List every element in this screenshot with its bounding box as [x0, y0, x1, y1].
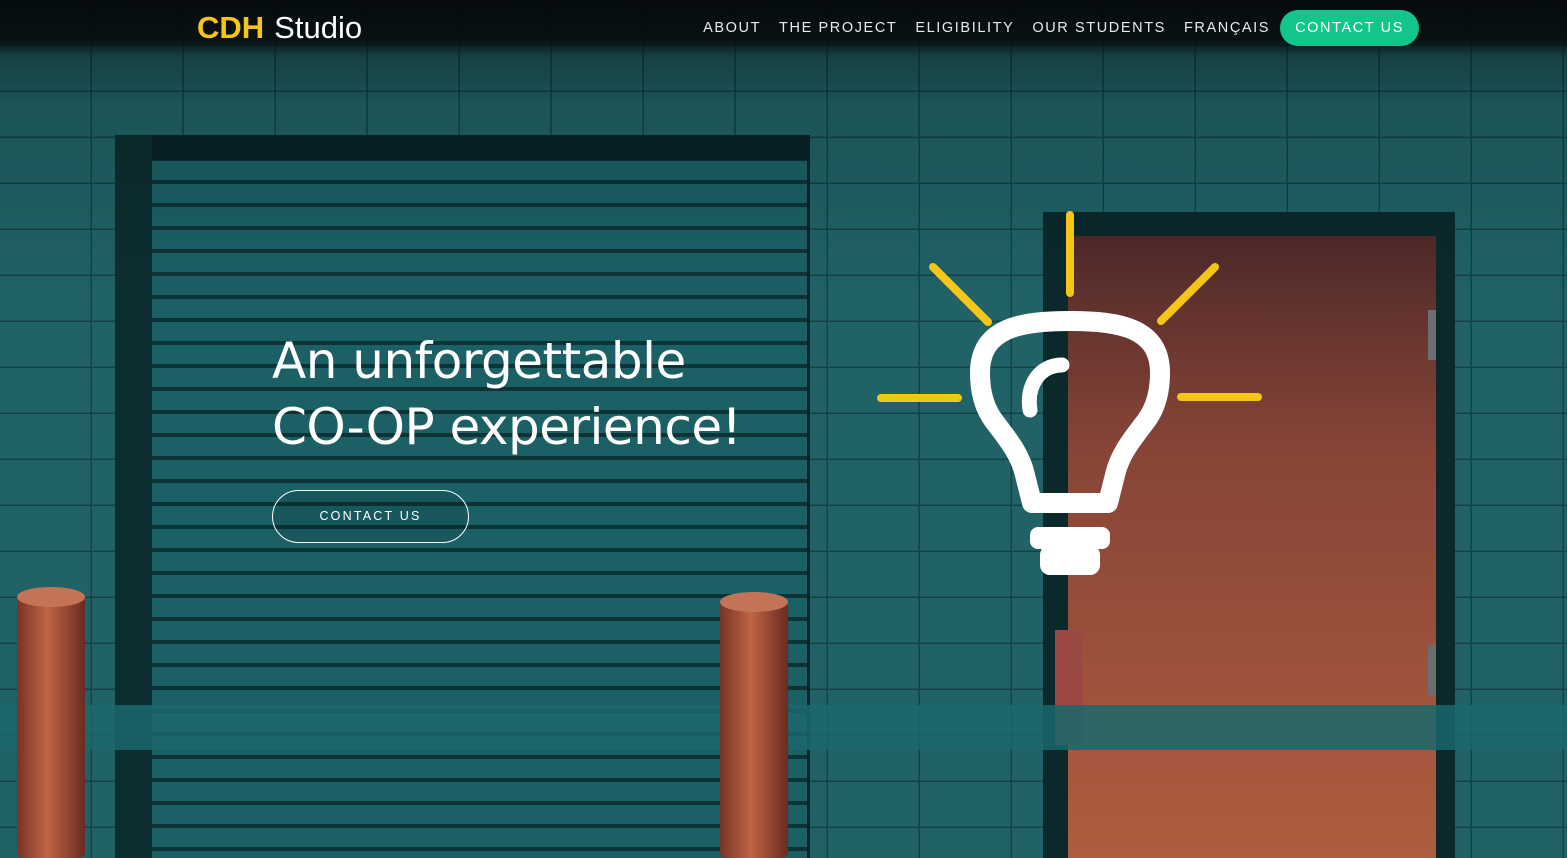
nav-menu: ABOUT THE PROJECT ELIGIBILITY OUR STUDEN…	[685, 10, 1419, 46]
hero-contact-button[interactable]: CONTACT US	[272, 490, 469, 543]
nav-link-francais[interactable]: FRANÇAIS	[1184, 20, 1270, 36]
lightbulb-icon	[877, 211, 1262, 575]
brand-name-strong: CDH	[197, 10, 265, 45]
nav-link-about[interactable]: ABOUT	[703, 20, 761, 36]
nav-link-the-project[interactable]: THE PROJECT	[779, 20, 897, 36]
hero-section: An unforgettable CO-OP experience! CONTA…	[0, 0, 1567, 858]
brand-name-light: Studio	[274, 10, 363, 45]
hero-headline: An unforgettable CO-OP experience!	[272, 332, 742, 456]
nav-link-our-students[interactable]: OUR STUDENTS	[1032, 20, 1166, 36]
brand-logo[interactable]: CDH Studio	[197, 10, 362, 46]
top-navbar: CDH Studio ABOUT THE PROJECT ELIGIBILITY …	[0, 0, 1567, 56]
nav-contact-button[interactable]: CONTACT US	[1280, 10, 1419, 46]
nav-link-eligibility[interactable]: ELIGIBILITY	[915, 20, 1014, 36]
